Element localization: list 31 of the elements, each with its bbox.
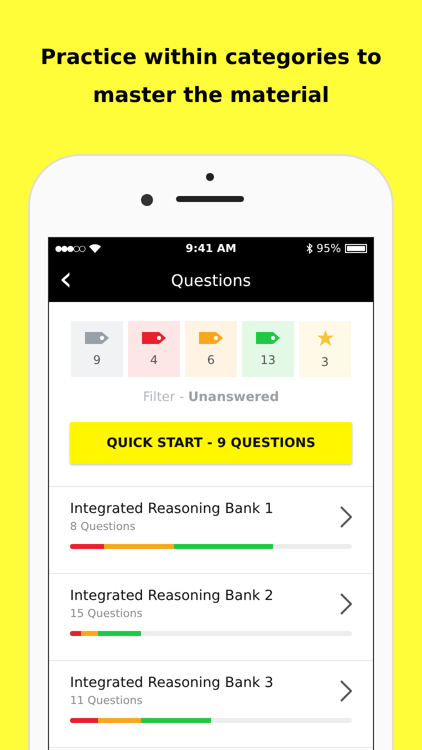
bank-row[interactable]: Integrated Reasoning Bank 2 15 Questions [49,574,373,661]
headline: Practice within categories to master the material [39,44,383,109]
bank-title: Integrated Reasoning Bank 1 [70,501,274,517]
sensor-icon [206,173,214,181]
wifi-icon [88,244,101,252]
chevron-icon [340,593,352,615]
filter-tile[interactable]: 6 [185,321,237,377]
clock: 9:41 AM [186,242,236,254]
filter-tile[interactable]: 4 [128,321,180,377]
filter-tile[interactable]: 9 [71,321,123,377]
camera-icon [141,194,153,206]
battery-icon [345,244,367,252]
filter-tile[interactable]: 13 [242,321,294,377]
filter-label: Filter - Unanswered [142,390,280,405]
bank-row[interactable]: Integrated Reasoning Bank 3 11 Questions [49,661,373,748]
bank-title: Integrated Reasoning Bank 2 [70,588,274,604]
battery-percent: 95% [316,242,341,254]
bluetooth-icon [306,242,313,254]
filter-tile[interactable]: 3 [299,321,351,377]
chevron-icon [340,680,352,702]
question-count: 11 Questions [70,694,144,707]
bank-title: Integrated Reasoning Bank 3 [70,675,274,691]
question-count: 15 Questions [70,607,144,620]
quick-start-button[interactable]: QUICK START - 9 QUESTIONS [70,422,352,464]
question-count: 8 Questions [70,520,136,533]
speaker-icon [176,196,244,202]
bank-row[interactable]: Integrated Reasoning Bank 1 8 Questions [49,487,373,574]
chevron-icon [340,506,352,528]
screen-title: Questions [171,270,251,290]
signal-dots: ●●●○○ [55,244,85,252]
back-button[interactable]: ‹ [55,262,77,296]
